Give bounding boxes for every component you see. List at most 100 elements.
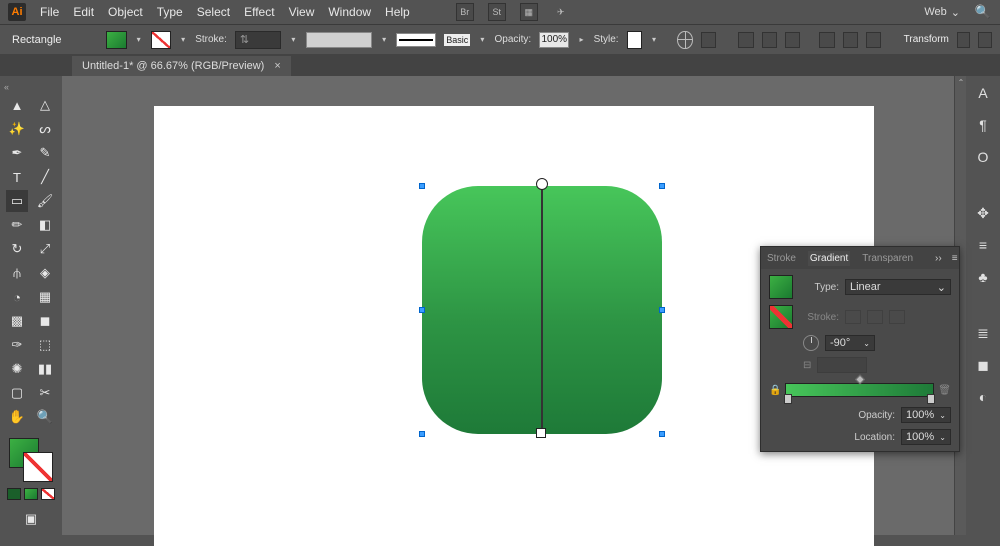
column-graph-tool[interactable]: ▮▮ [34, 358, 56, 380]
menu-object[interactable]: Object [108, 5, 143, 19]
gradient-start-handle[interactable] [536, 178, 548, 190]
toolbar-collapse[interactable]: « [4, 82, 9, 92]
style-swatch[interactable] [627, 31, 642, 49]
tab-gradient[interactable]: Gradient [808, 251, 850, 266]
selection-handle[interactable] [659, 183, 665, 189]
transform-panel-icon[interactable]: ✥ [972, 202, 994, 224]
close-tab-icon[interactable]: × [274, 60, 280, 72]
eyedropper-tool[interactable]: ✑ [6, 334, 28, 356]
curvature-tool[interactable]: ✎ [34, 142, 56, 164]
menu-select[interactable]: Select [197, 5, 230, 19]
paintbrush-tool[interactable]: 🖌 [34, 190, 56, 212]
menu-file[interactable]: File [40, 5, 59, 19]
document-tab[interactable]: Untitled-1* @ 66.67% (RGB/Preview) × [72, 56, 291, 76]
gradient-stop-end[interactable] [927, 394, 935, 404]
opacity-input[interactable]: 100% [539, 32, 569, 48]
gpu-icon[interactable]: ✈ [552, 3, 570, 21]
search-icon[interactable]: 🔍 [974, 3, 992, 21]
scroll-up-icon[interactable]: ⌃ [956, 78, 966, 88]
gradient-end-handle[interactable] [536, 428, 546, 438]
stroke-swatch-dropdown[interactable]: ▾ [179, 31, 187, 49]
gradient-angle-input[interactable]: -90° ⌄ [825, 335, 875, 351]
tab-transparency[interactable]: Transparen [860, 251, 915, 266]
line-tool[interactable]: ╱ [34, 166, 56, 188]
gradient-ramp[interactable] [785, 383, 934, 397]
type-panel-icon[interactable]: A [972, 82, 994, 104]
recolor-icon[interactable] [677, 31, 692, 49]
slice-tool[interactable]: ✂ [34, 382, 56, 404]
gradient-type-select[interactable]: Linear ⌄ [845, 279, 951, 295]
tab-stroke[interactable]: Stroke [765, 251, 798, 266]
isolate-icon[interactable] [957, 32, 971, 48]
eraser-tool[interactable]: ◧ [34, 214, 56, 236]
stock-icon[interactable]: St [488, 3, 506, 21]
stroke-weight-dropdown[interactable]: ▾ [289, 31, 297, 49]
align-bottom-icon[interactable] [866, 32, 881, 48]
fill-swatch[interactable] [106, 31, 126, 49]
color-mode-solid[interactable] [7, 488, 21, 500]
variable-width-dropdown[interactable]: ▾ [380, 31, 388, 49]
doc-setup-icon[interactable] [701, 32, 716, 48]
stroke-swatch[interactable] [151, 31, 171, 49]
rotate-tool[interactable]: ↻ [6, 238, 28, 260]
shape-builder-tool[interactable]: ◔ [6, 286, 28, 308]
menu-help[interactable]: Help [385, 5, 410, 19]
paragraph-panel-icon[interactable]: ¶ [972, 114, 994, 136]
gradient-panel-icon[interactable]: ◼ [972, 354, 994, 376]
zoom-tool[interactable]: 🔍 [34, 406, 56, 428]
free-transform-tool[interactable]: ◈ [34, 262, 56, 284]
color-mode-gradient[interactable] [24, 488, 38, 500]
fill-swatch-dropdown[interactable]: ▾ [135, 31, 143, 49]
color-mode-none[interactable] [41, 488, 55, 500]
menu-view[interactable]: View [289, 5, 315, 19]
extra-icon[interactable] [978, 32, 992, 48]
lasso-tool[interactable]: ᔕ [34, 118, 56, 140]
brush-dropdown[interactable]: ▾ [478, 31, 486, 49]
pathfinder-panel-icon[interactable]: ♣ [972, 266, 994, 288]
perspective-tool[interactable]: ▦ [34, 286, 56, 308]
selection-tool[interactable]: ▲ [6, 94, 28, 116]
gradient-stop-start[interactable] [784, 394, 792, 404]
opentype-panel-icon[interactable]: O [972, 146, 994, 168]
artboard-tool[interactable]: ▢ [6, 382, 28, 404]
fill-stroke-indicator[interactable] [9, 438, 53, 482]
align-left-icon[interactable] [738, 32, 753, 48]
type-tool[interactable]: T [6, 166, 28, 188]
gradient-annotator-line[interactable] [541, 186, 543, 434]
trash-icon[interactable]: 🗑 [938, 385, 951, 396]
direct-selection-tool[interactable]: △ [34, 94, 56, 116]
menu-window[interactable]: Window [328, 5, 371, 19]
opacity-dropdown[interactable]: ▸ [577, 31, 585, 49]
brush-def[interactable] [396, 33, 436, 47]
screen-mode-tool[interactable]: ▣ [20, 508, 42, 530]
align-panel-icon[interactable]: ≡ [972, 234, 994, 256]
shaper-tool[interactable]: ✏ [6, 214, 28, 236]
stroke-weight-input[interactable]: ⇅ [235, 31, 281, 49]
stop-opacity-input[interactable]: 100% ⌄ [901, 407, 951, 423]
arrange-icon[interactable]: ▦ [520, 3, 538, 21]
gradient-tool[interactable]: ◼ [34, 310, 56, 332]
transparency-panel-icon[interactable]: ◐ [972, 386, 994, 408]
stroke-box[interactable] [23, 452, 53, 482]
gradient-fill-thumb[interactable] [769, 275, 793, 299]
panel-menu-icon[interactable]: ≡ [952, 253, 958, 264]
mesh-tool[interactable]: ▩ [6, 310, 28, 332]
style-dropdown[interactable]: ▾ [650, 31, 658, 49]
selection-handle[interactable] [659, 431, 665, 437]
width-tool[interactable]: ⫛ [6, 262, 28, 284]
selection-handle[interactable] [419, 307, 425, 313]
blend-tool[interactable]: ⬚ [34, 334, 56, 356]
menu-type[interactable]: Type [157, 5, 183, 19]
workspace-selector[interactable]: Web ⌄ [924, 6, 960, 19]
variable-width-profile[interactable] [306, 32, 372, 48]
align-top-icon[interactable] [819, 32, 834, 48]
panel-collapse-icon[interactable]: ›› [935, 253, 942, 264]
scale-tool[interactable]: ⤢ [34, 238, 56, 260]
selection-handle[interactable] [419, 431, 425, 437]
align-hcenter-icon[interactable] [762, 32, 777, 48]
selection-handle[interactable] [659, 307, 665, 313]
align-vcenter-icon[interactable] [843, 32, 858, 48]
gradient-midpoint[interactable] [855, 375, 865, 385]
bridge-icon[interactable]: Br [456, 3, 474, 21]
stop-location-input[interactable]: 100% ⌄ [901, 429, 951, 445]
